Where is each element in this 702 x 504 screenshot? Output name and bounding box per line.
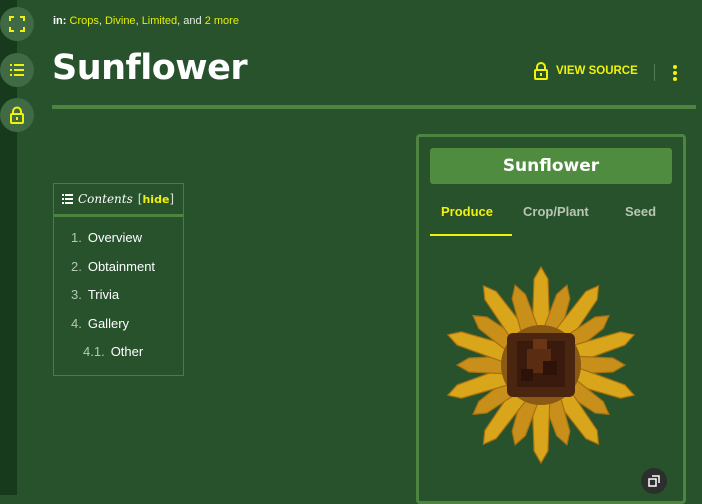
active-tab-indicator [430, 234, 512, 236]
category-separator: , [177, 15, 181, 27]
list-icon [10, 64, 24, 76]
table-of-contents-button[interactable] [0, 53, 34, 87]
expand-image-icon [648, 475, 660, 487]
category-link-limited[interactable]: Limited [142, 15, 177, 27]
category-link-crops[interactable]: Crops [70, 15, 99, 27]
lock-icon [534, 62, 548, 80]
tab-produce[interactable]: Produce [441, 204, 493, 219]
toc-item[interactable]: 4.1. Other [83, 344, 143, 359]
category-separator: , [135, 15, 139, 27]
tab-crop-plant[interactable]: Crop/Plant [523, 204, 589, 219]
table-of-contents: Contents [hide] 1. Overview 2. Obtainment … [53, 183, 184, 376]
infobox-title: Sunflower [430, 148, 672, 184]
view-source-button[interactable]: VIEW SOURCE [533, 62, 638, 80]
sunflower-image[interactable] [445, 255, 637, 475]
category-separator: , [98, 15, 102, 27]
lock-icon [10, 106, 24, 124]
toc-hide-link[interactable]: hide [142, 193, 169, 206]
list-icon [62, 194, 73, 204]
kebab-menu-icon[interactable] [667, 62, 683, 84]
toc-item[interactable]: 3. Trivia [71, 287, 119, 302]
header-divider [654, 64, 655, 81]
infobox-tabs: Produce Crop/Plant Seed [430, 204, 680, 238]
tab-seed[interactable]: Seed [625, 204, 656, 219]
fullscreen-button[interactable] [0, 7, 34, 41]
view-source-label: VIEW SOURCE [556, 65, 638, 77]
expand-image-button[interactable] [641, 468, 667, 494]
toc-item[interactable]: 4. Gallery [71, 316, 129, 331]
toc-item[interactable]: 1. Overview [71, 230, 142, 245]
toc-title: Contents [78, 192, 133, 206]
categories-prefix: in: [53, 15, 67, 27]
protection-button[interactable] [0, 98, 34, 132]
category-more-link[interactable]: 2 more [205, 15, 239, 27]
toc-header: Contents [hide] [54, 184, 183, 217]
category-list: in: Crops, Divine, Limited, and 2 more [53, 15, 239, 27]
category-link-divine[interactable]: Divine [105, 15, 136, 27]
title-rule [52, 105, 696, 109]
category-and-text: and [183, 15, 202, 27]
fullscreen-icon [9, 16, 25, 32]
toc-item[interactable]: 2. Obtainment [71, 259, 155, 274]
infobox: Sunflower Produce Crop/Plant Seed [416, 134, 686, 504]
toc-toggle: [hide] [137, 192, 175, 206]
page-title: Sunflower [52, 48, 248, 88]
